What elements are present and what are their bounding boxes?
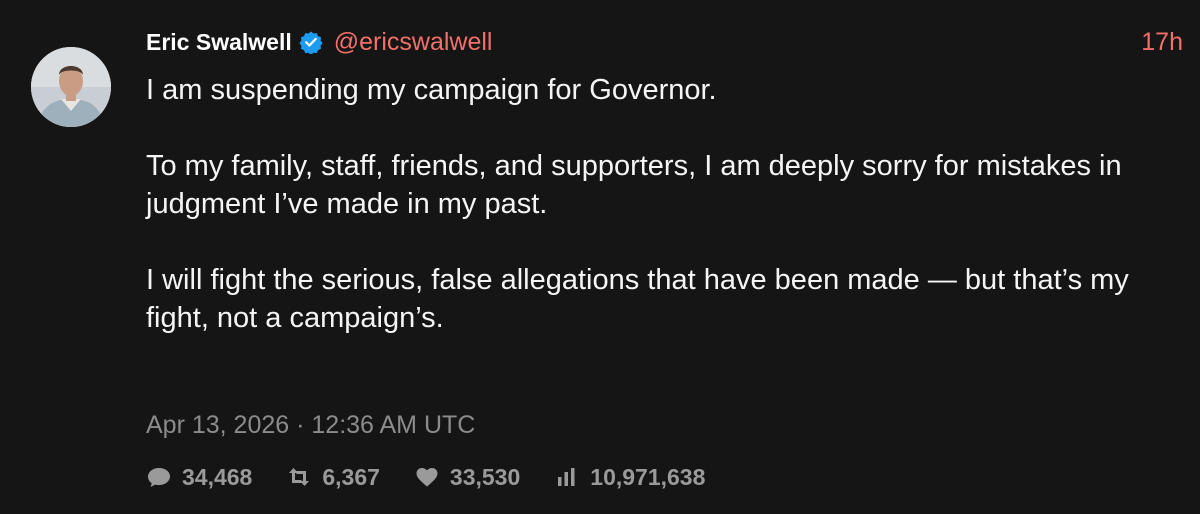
tweet-paragraph: I will fight the serious, false allegati…	[146, 264, 1129, 334]
verified-badge-icon	[299, 30, 323, 55]
comment-icon	[146, 465, 172, 489]
views-count: 10,971,638	[590, 463, 706, 490]
views-chart-icon	[554, 465, 580, 489]
like-count: 33,530	[449, 463, 521, 490]
heart-icon	[414, 465, 440, 489]
time-ago[interactable]: 17h	[1141, 26, 1183, 58]
author-handle[interactable]: @ericswalwell	[334, 28, 493, 57]
author-name[interactable]: Eric Swalwell	[146, 29, 292, 56]
views-button[interactable]: 10,971,638	[554, 464, 705, 491]
avatar[interactable]	[31, 47, 111, 127]
retweet-icon	[286, 465, 312, 489]
reply-button[interactable]: 34,468	[146, 464, 252, 491]
tweet-stats-bar: 34,468 6,367 33,530 10,971,638	[146, 460, 739, 494]
tweet-header: Eric Swalwell @ericswalwell	[146, 26, 493, 58]
tweet-card: Eric Swalwell @ericswalwell 17h I am sus…	[0, 0, 1200, 514]
like-button[interactable]: 33,530	[414, 464, 520, 491]
tweet-paragraph: I am suspending my campaign for Governor…	[146, 74, 717, 106]
tweet-paragraph: To my family, staff, friends, and suppor…	[146, 150, 1122, 220]
tweet-body: I am suspending my campaign for Governor…	[146, 71, 1186, 337]
tweet-timestamp[interactable]: Apr 13, 2026 · 12:36 AM UTC	[146, 408, 475, 442]
avatar-image	[31, 47, 111, 127]
reply-count: 34,468	[182, 463, 253, 490]
retweet-button[interactable]: 6,367	[286, 464, 380, 491]
retweet-count: 6,367	[322, 463, 380, 490]
